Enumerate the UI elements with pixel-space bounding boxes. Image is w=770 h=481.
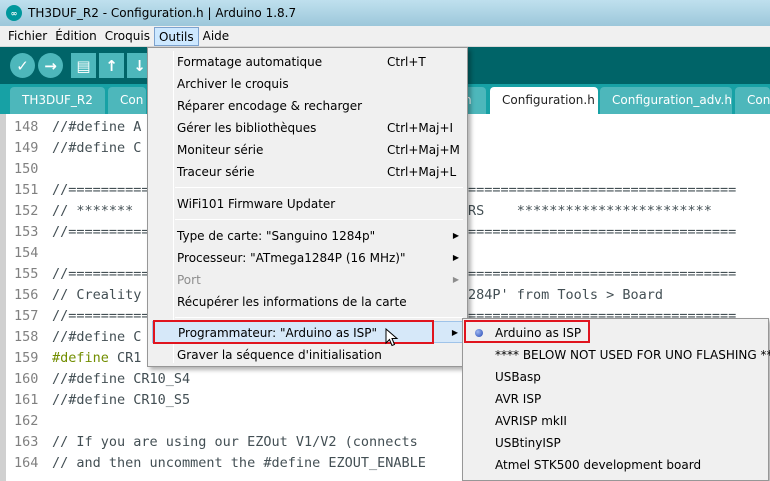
menu-aide[interactable]: Aide [199, 27, 234, 46]
code-line: 149//#define C [14, 140, 142, 156]
upload-arrow-icon: → [44, 56, 57, 75]
submenu-item-avrisp-mkii[interactable]: AVRISP mkII [466, 410, 765, 432]
code-line: 163// If you are using our EZOut V1/V2 (… [14, 434, 426, 450]
verify-button[interactable]: ✓ [10, 53, 35, 78]
tools-menu: Formatage automatique Ctrl+T Archiver le … [147, 47, 468, 367]
window-title: TH3DUF_R2 - Configuration.h | Arduino 1.… [28, 6, 297, 20]
menu-item-manage-libraries[interactable]: Gérer les bibliothèques Ctrl+Maj+I [152, 117, 463, 139]
code-line: 150 [14, 161, 39, 177]
submenu-item-below-not-used[interactable]: **** BELOW NOT USED FOR UNO FLASHING ***… [466, 344, 770, 366]
menu-item-serial-plotter[interactable]: Traceur série Ctrl+Maj+L [152, 161, 463, 183]
menu-edition[interactable]: Édition [51, 27, 101, 46]
menu-bar: Fichier Édition Croquis Outils Aide [0, 26, 770, 47]
menu-item-board-info[interactable]: Récupérer les informations de la carte [152, 291, 463, 313]
menu-separator [175, 187, 463, 188]
open-button[interactable]: ↑ [99, 53, 124, 78]
title-bar: ∞ TH3DUF_R2 - Configuration.h | Arduino … [0, 0, 770, 26]
submenu-arrow-icon: ▶ [451, 328, 458, 337]
tab-configuration-h[interactable]: Configuration.h [490, 87, 598, 114]
mouse-cursor-icon [385, 328, 399, 347]
submenu-item-usbtinyisp[interactable]: USBtinyISP [466, 432, 765, 454]
menu-outils[interactable]: Outils [153, 26, 199, 46]
menu-fichier[interactable]: Fichier [4, 27, 51, 46]
menu-item-burn-bootloader[interactable]: Graver la séquence d'initialisation [152, 344, 463, 366]
code-line: 159 #define CR1 [14, 350, 142, 366]
code-line-fragment: ================================= [468, 266, 737, 282]
submenu-arrow-icon: ▶ [452, 253, 459, 262]
menu-item-serial-monitor[interactable]: Moniteur série Ctrl+Maj+M [152, 139, 463, 161]
submenu-arrow-icon: ▶ [452, 275, 459, 284]
new-file-icon: ▤ [76, 56, 91, 75]
menu-item-auto-format[interactable]: Formatage automatique Ctrl+T [152, 51, 463, 73]
code-line: 152// ******* [14, 203, 134, 219]
code-line: 148//#define A [14, 119, 142, 135]
menu-item-fix-encoding[interactable]: Réparer encodage & recharger [152, 95, 463, 117]
tab-con[interactable]: Con [108, 87, 146, 114]
tab-th3duf-r2[interactable]: TH3DUF_R2 [10, 87, 105, 114]
code-line: 160//#define CR10_S4 [14, 371, 191, 387]
submenu-item-avr-isp[interactable]: AVR ISP [466, 388, 765, 410]
code-line: 162 [14, 413, 39, 429]
tab-configuration-adv-h[interactable]: Configuration_adv.h [600, 87, 732, 114]
menu-separator [175, 219, 463, 220]
menu-separator [175, 317, 463, 318]
new-button[interactable]: ▤ [71, 53, 96, 78]
menu-item-board-type[interactable]: Type de carte: "Sanguino 1284p" ▶ [152, 225, 463, 247]
code-line: 164// and then uncomment the #define EZO… [14, 455, 426, 471]
code-line: 158//#define C [14, 329, 142, 345]
submenu-item-stk500[interactable]: Atmel STK500 development board [466, 454, 765, 476]
code-line-fragment: ================================= [468, 224, 737, 240]
tab-con-2[interactable]: Con [735, 87, 770, 114]
code-line: 156// Creality [14, 287, 142, 303]
submenu-arrow-icon: ▶ [452, 231, 459, 240]
submenu-item-usbasp[interactable]: USBasp [466, 366, 765, 388]
menu-item-processor[interactable]: Processeur: "ATmega1284P (16 MHz)" ▶ [152, 247, 463, 269]
verify-check-icon: ✓ [16, 56, 29, 75]
code-line-fragment: RS ************************ [468, 203, 712, 219]
menu-item-port: Port ▶ [152, 269, 463, 291]
code-line: 161//#define CR10_S5 [14, 392, 191, 408]
menu-item-archive-sketch[interactable]: Archiver le croquis [152, 73, 463, 95]
highlight-arduino-as-isp-box [464, 320, 590, 343]
code-line-fragment: ================================= [468, 182, 737, 198]
save-down-arrow-icon: ↓ [133, 56, 146, 75]
menu-croquis[interactable]: Croquis [101, 27, 154, 46]
code-line-fragment: 284P' from Tools > Board [468, 287, 664, 303]
menu-item-wifi101-updater[interactable]: WiFi101 Firmware Updater [152, 193, 463, 215]
upload-button[interactable]: → [38, 53, 63, 78]
code-line: 154 [14, 245, 39, 261]
arduino-logo-icon: ∞ [6, 5, 22, 21]
open-up-arrow-icon: ↑ [105, 56, 118, 75]
